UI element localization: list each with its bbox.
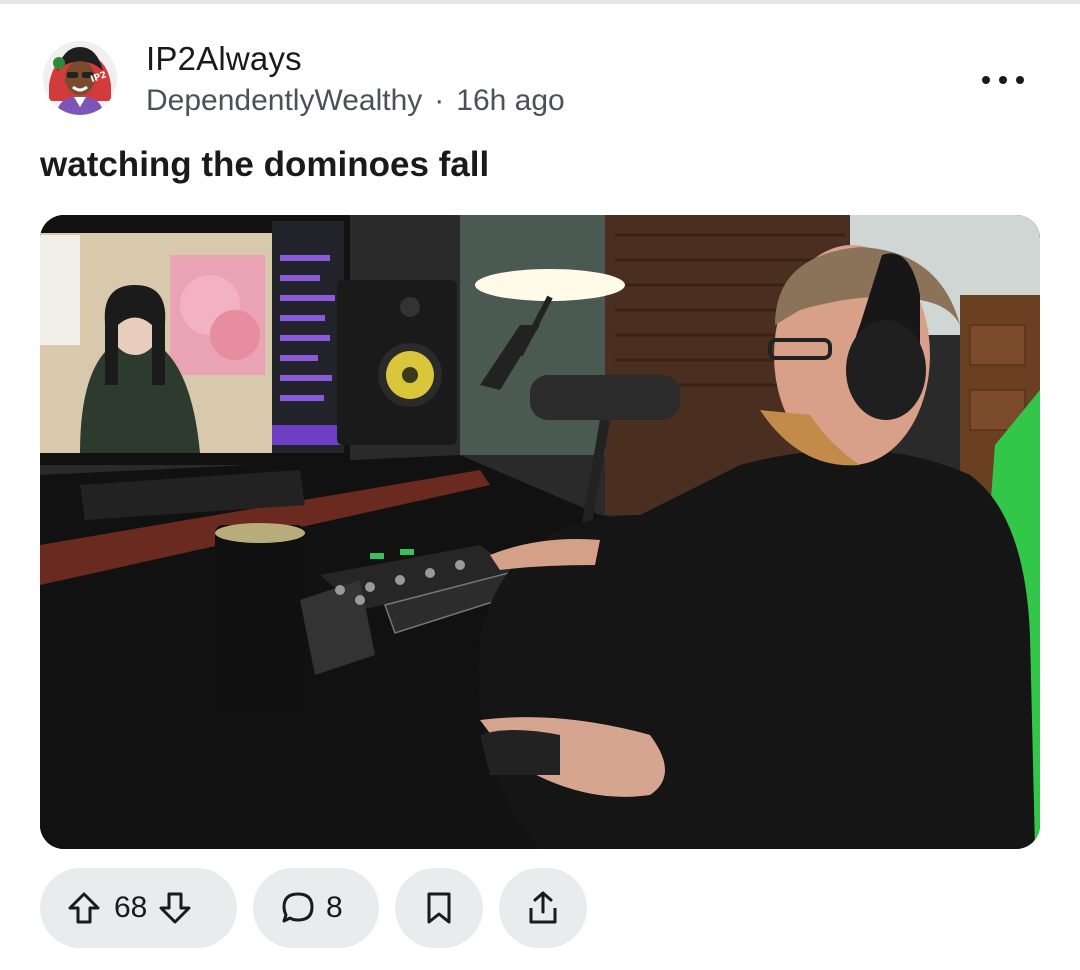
meta-separator: · <box>434 84 445 117</box>
post-title[interactable]: watching the dominoes fall <box>40 145 489 185</box>
more-dot <box>982 76 990 84</box>
bookmark-icon <box>423 891 455 925</box>
more-dot <box>999 76 1007 84</box>
photo-illustration <box>40 215 1040 849</box>
speech-bubble-icon <box>280 890 316 926</box>
avatar[interactable]: IP2 <box>43 41 117 115</box>
more-options-button[interactable] <box>982 66 1024 94</box>
upvote-icon[interactable] <box>66 890 102 926</box>
post-time: 16h ago <box>456 84 565 117</box>
share-icon <box>526 890 560 926</box>
comments-button[interactable]: 8 <box>253 868 379 948</box>
community-name[interactable]: DependentlyWealthy <box>146 84 422 117</box>
downvote-icon[interactable] <box>157 890 193 926</box>
comment-count: 8 <box>326 891 343 924</box>
avatar-image: IP2 <box>43 41 117 115</box>
share-button[interactable] <box>499 868 587 948</box>
username[interactable]: IP2Always <box>146 40 302 78</box>
save-button[interactable] <box>395 868 483 948</box>
top-divider <box>0 0 1080 4</box>
more-dot <box>1016 76 1024 84</box>
post-meta: DependentlyWealthy · 16h ago <box>146 84 565 118</box>
post-photo[interactable] <box>40 215 1040 849</box>
vote-pill: 68 <box>40 868 237 948</box>
vote-count: 68 <box>114 891 148 924</box>
post-card: IP2 IP2Always DependentlyWealthy · 16h ago… <box>0 0 1080 970</box>
